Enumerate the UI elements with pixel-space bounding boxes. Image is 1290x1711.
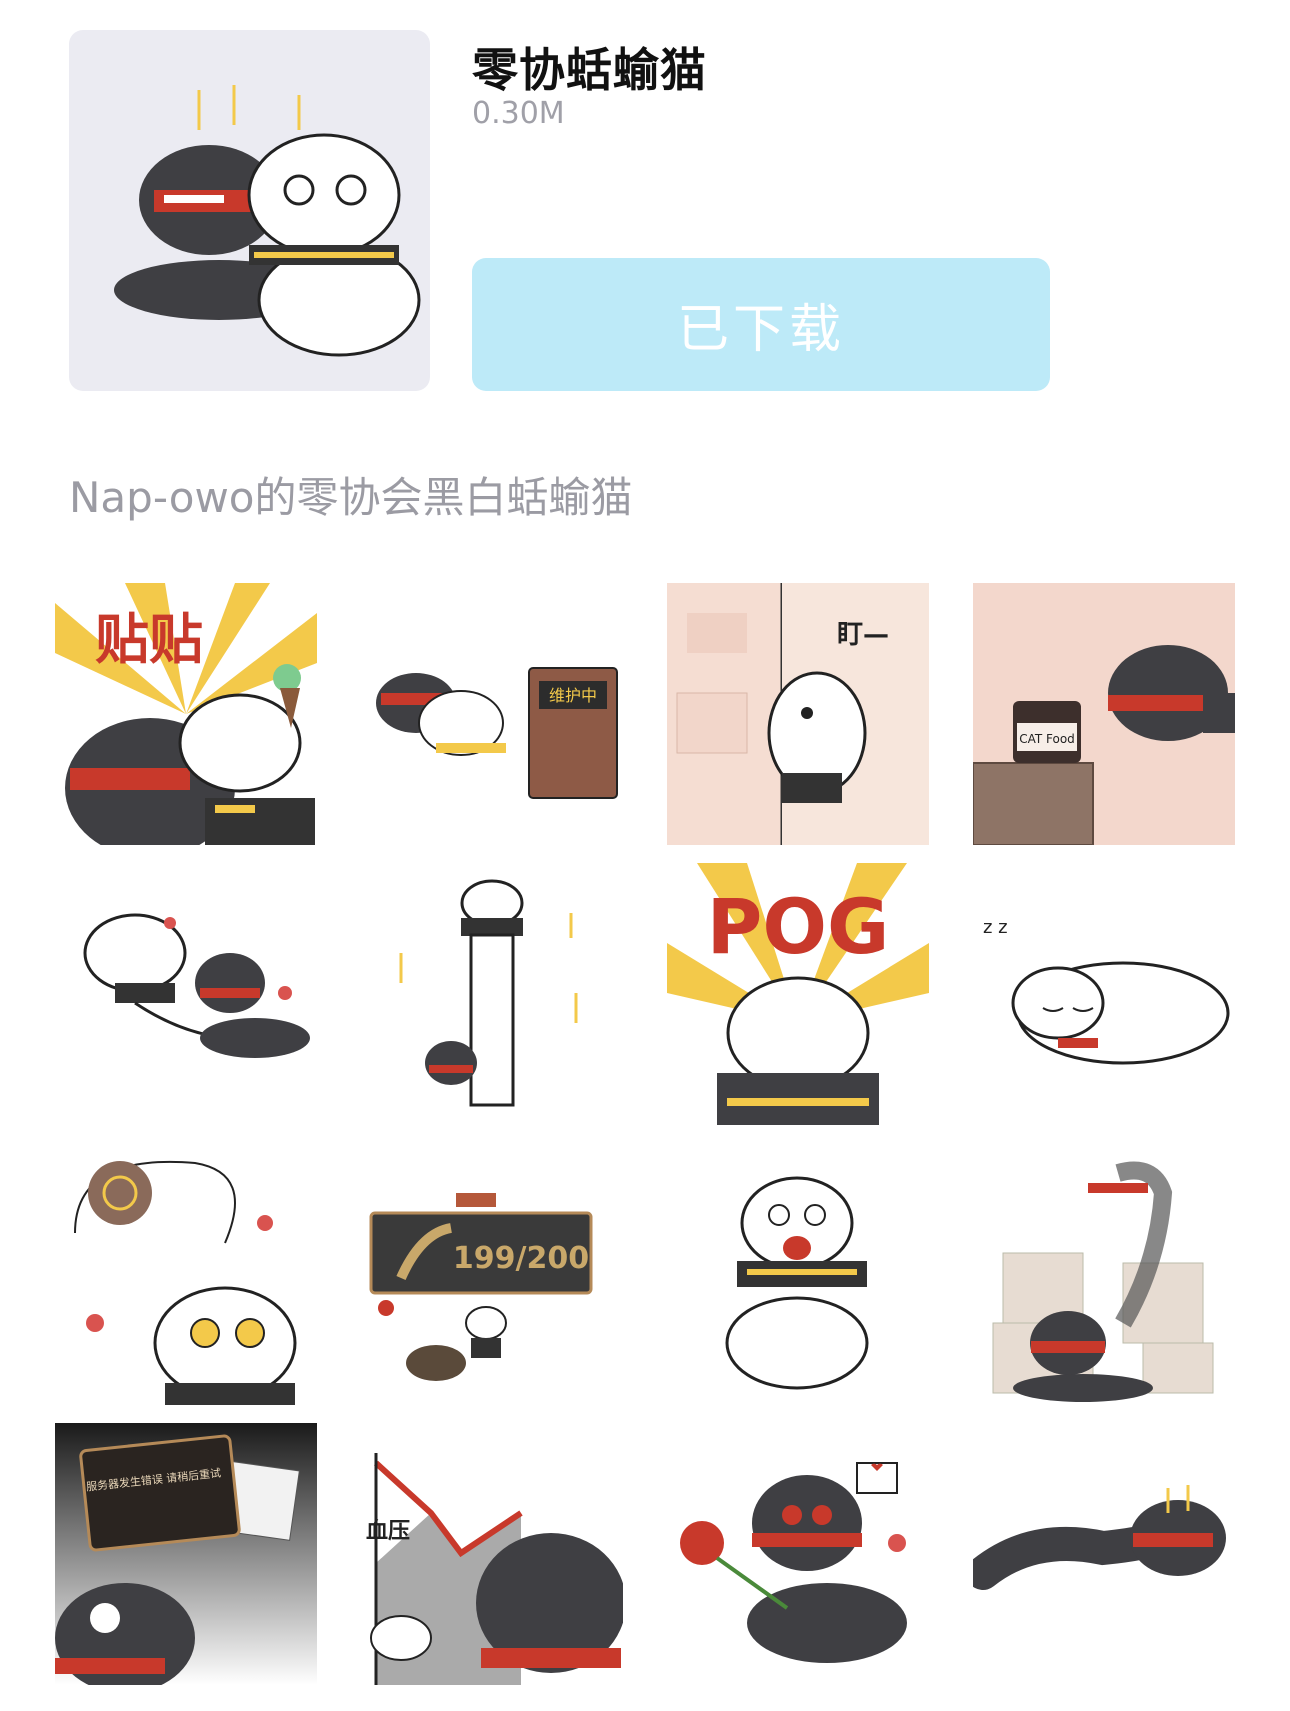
sticker-cookie[interactable]	[55, 1143, 317, 1405]
sticker-text: 维护中	[549, 686, 597, 705]
sticker-crawl[interactable]	[973, 1423, 1235, 1685]
sticker-ghost[interactable]	[973, 1143, 1235, 1405]
sticker-text: 盯—	[837, 620, 889, 650]
downloaded-button[interactable]: 已下载	[472, 258, 1050, 391]
pack-size: 0.30M	[472, 96, 565, 131]
sticker-server-error[interactable]: 服务器发生错误 请稍后重试	[55, 1423, 317, 1685]
pack-title: 零协蛞蝓猫	[472, 43, 707, 97]
pack-description: Nap-owo的零协会黑白蛞蝓猫	[69, 473, 633, 522]
sticker-kick[interactable]	[55, 863, 317, 1125]
sticker-pog[interactable]: POG	[667, 863, 929, 1125]
sticker-cat-food[interactable]: CAT Food	[973, 583, 1235, 845]
sticker-long-cat[interactable]	[361, 863, 623, 1125]
sticker-text: POG	[707, 882, 890, 971]
sticker-text: 血压	[366, 1518, 410, 1544]
sticker-tiepai[interactable]: 贴贴	[55, 583, 317, 845]
sticker-maintenance[interactable]: 维护中	[361, 583, 623, 845]
sticker-pack-cover	[69, 30, 430, 391]
sticker-text: CAT Food	[1019, 732, 1075, 746]
sticker-rose[interactable]	[667, 1423, 929, 1685]
sticker-199-200[interactable]: 199/200	[361, 1143, 623, 1405]
sticker-shock[interactable]	[667, 1143, 929, 1405]
sticker-sleep[interactable]: z z	[973, 863, 1235, 1125]
sticker-text: z z	[983, 917, 1008, 938]
sticker-blood-pressure[interactable]: 血压	[361, 1423, 623, 1685]
sticker-text: 贴贴	[95, 608, 203, 671]
sticker-stare[interactable]: 盯—	[667, 583, 929, 845]
sticker-text: 199/200	[453, 1241, 589, 1276]
